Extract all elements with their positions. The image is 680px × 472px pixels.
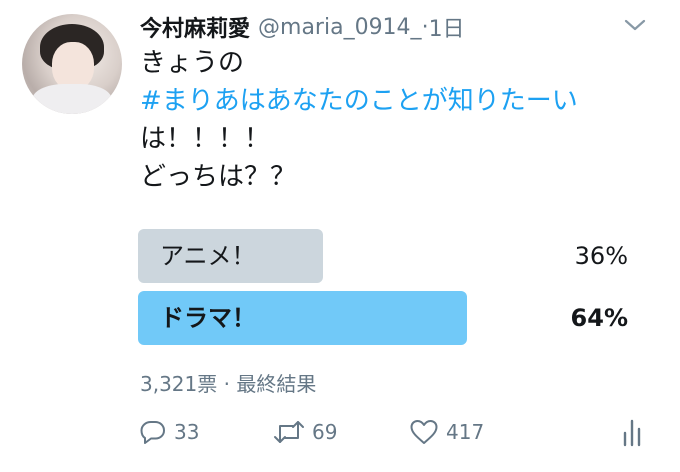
avatar-body bbox=[32, 84, 112, 114]
hashtag-link[interactable]: #まりあはあなたのことが知りたーい bbox=[140, 82, 578, 120]
tweet-text-line: は！！！！ bbox=[140, 124, 271, 154]
avatar-face bbox=[52, 42, 94, 90]
retweet-count: 69 bbox=[312, 420, 338, 444]
poll-option-label: ドラマ！ bbox=[160, 304, 256, 332]
poll-option-percent: 64% bbox=[570, 304, 628, 332]
like-button[interactable]: 417 bbox=[408, 414, 484, 450]
avatar[interactable] bbox=[22, 14, 122, 114]
retweet-icon bbox=[272, 417, 306, 447]
tweet-header: 今村麻莉愛 @maria_0914_ · 1日 bbox=[140, 10, 465, 44]
display-name[interactable]: 今村麻莉愛 bbox=[140, 11, 250, 43]
analytics-button[interactable] bbox=[620, 414, 644, 450]
tweet-text: きょうの #まりあはあなたのことが知りたーい は！！！！ どっちは？？ bbox=[140, 44, 578, 196]
poll-option-percent: 36% bbox=[574, 242, 628, 270]
tweet-text-line: きょうの bbox=[140, 48, 245, 78]
like-icon bbox=[408, 417, 440, 447]
poll-meta: 3,321票 · 最終結果 bbox=[140, 372, 317, 396]
tweet-actions: 33 69 417 bbox=[138, 414, 658, 450]
separator-dot: · bbox=[421, 14, 429, 40]
chevron-down-icon[interactable] bbox=[622, 16, 648, 34]
timestamp[interactable]: 1日 bbox=[429, 11, 465, 43]
reply-count: 33 bbox=[174, 420, 200, 444]
reply-button[interactable]: 33 bbox=[138, 414, 199, 450]
tweet-text-line: どっちは？？ bbox=[140, 162, 297, 192]
reply-icon bbox=[138, 417, 168, 447]
user-handle[interactable]: @maria_0914_ bbox=[258, 15, 422, 40]
like-count: 417 bbox=[446, 420, 485, 444]
analytics-icon bbox=[620, 417, 644, 447]
retweet-button[interactable]: 69 bbox=[272, 414, 337, 450]
poll-option-label: アニメ！ bbox=[160, 242, 256, 270]
